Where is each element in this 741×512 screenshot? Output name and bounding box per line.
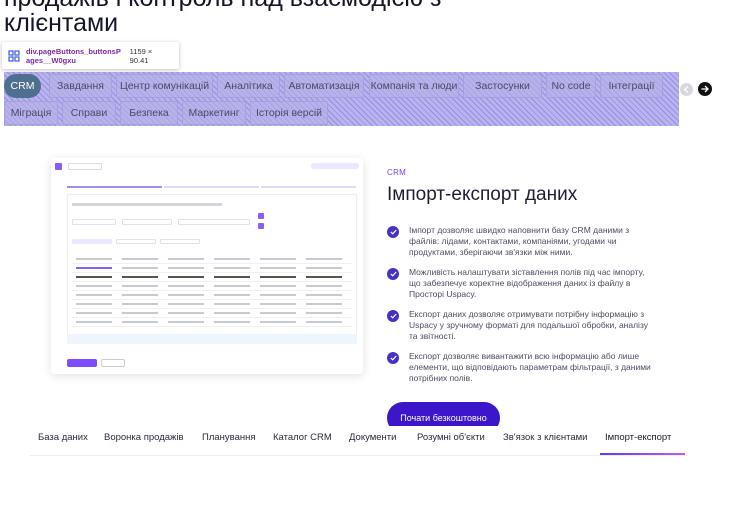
page-button-automation[interactable]: Автоматизація: [284, 74, 364, 98]
tab-smart-objects[interactable]: Розумні об'єкти: [417, 432, 485, 443]
active-tab-indicator: [600, 453, 685, 455]
tab-documents[interactable]: Документи: [349, 432, 396, 443]
page-button-crm[interactable]: CRM: [4, 74, 41, 98]
chevron-left-icon: [683, 86, 689, 93]
inspector-tooltip: div.pageButtons_buttonsPages__W0gxu 1159…: [2, 42, 179, 69]
inspector-size: 1159 × 90.41: [129, 46, 153, 65]
import-preview-image: [51, 158, 363, 374]
page-button-nocode[interactable]: No code: [546, 74, 596, 98]
section-title: Імпорт-експорт даних: [387, 184, 578, 205]
feature-item: Експорт даних дозволяє отримувати потріб…: [387, 309, 657, 342]
feature-item: Експорт дозволяє вивантажити всю інформа…: [387, 351, 657, 384]
tab-import-export[interactable]: Імпорт-експорт: [605, 432, 671, 443]
feature-text: Експорт даних дозволяє отримувати потріб…: [409, 309, 649, 341]
tab-database[interactable]: База даних: [38, 432, 88, 443]
scroll-left-button[interactable]: [680, 83, 693, 96]
page-button-apps[interactable]: Застосунки: [463, 74, 542, 98]
feature-text: Експорт дозволяє вивантажити всю інформа…: [409, 351, 651, 383]
feature-item: Імпорт дозволяє швидко наповнити базу CR…: [387, 225, 657, 258]
page-button-tasks[interactable]: Завдання: [49, 74, 112, 98]
page-button-communications[interactable]: Центр комунікацій: [116, 74, 213, 98]
page-button-company[interactable]: Компанія та люди: [369, 74, 459, 98]
tab-planning[interactable]: Планування: [202, 432, 256, 443]
hero-title: продажів і контроль над взаємодією з клі…: [4, 0, 441, 37]
section-eyebrow: CRM: [387, 168, 407, 177]
check-icon: [387, 268, 399, 280]
check-icon: [387, 226, 399, 238]
page-button-analytics[interactable]: Аналітика: [217, 74, 280, 98]
inspector-selector: div.pageButtons_buttonsPages__W0gxu: [25, 46, 121, 65]
page-button-integrations[interactable]: Інтеграції: [600, 74, 663, 98]
page-button-security[interactable]: Безпека: [120, 101, 178, 125]
page-button-versions[interactable]: Історія версій: [250, 101, 328, 125]
feature-tabs: База даних Воронка продажів Планування К…: [30, 426, 685, 456]
page-button-migration[interactable]: Міграція: [4, 101, 58, 125]
grid-layout-icon: [8, 49, 20, 62]
feature-text: Можливість налаштувати зіставлення полів…: [409, 267, 645, 299]
arrow-right-icon: [701, 85, 709, 93]
check-icon: [387, 310, 399, 322]
page-buttons: CRM Завдання Центр комунікацій Аналітика…: [4, 72, 679, 126]
tab-crm-catalog[interactable]: Каталог CRM: [273, 432, 332, 443]
feature-item: Можливість налаштувати зіставлення полів…: [387, 267, 657, 300]
tab-customer-contact[interactable]: Зв'язок з клієнтами: [503, 432, 587, 443]
feature-text: Імпорт дозволяє швидко наповнити базу CR…: [409, 225, 630, 257]
page-button-marketing[interactable]: Маркетинг: [182, 101, 246, 125]
scroll-right-button[interactable]: [698, 82, 712, 96]
tab-sales-funnel[interactable]: Воронка продажів: [104, 432, 184, 443]
check-icon: [387, 352, 399, 364]
page-button-deals[interactable]: Справи: [62, 101, 116, 125]
